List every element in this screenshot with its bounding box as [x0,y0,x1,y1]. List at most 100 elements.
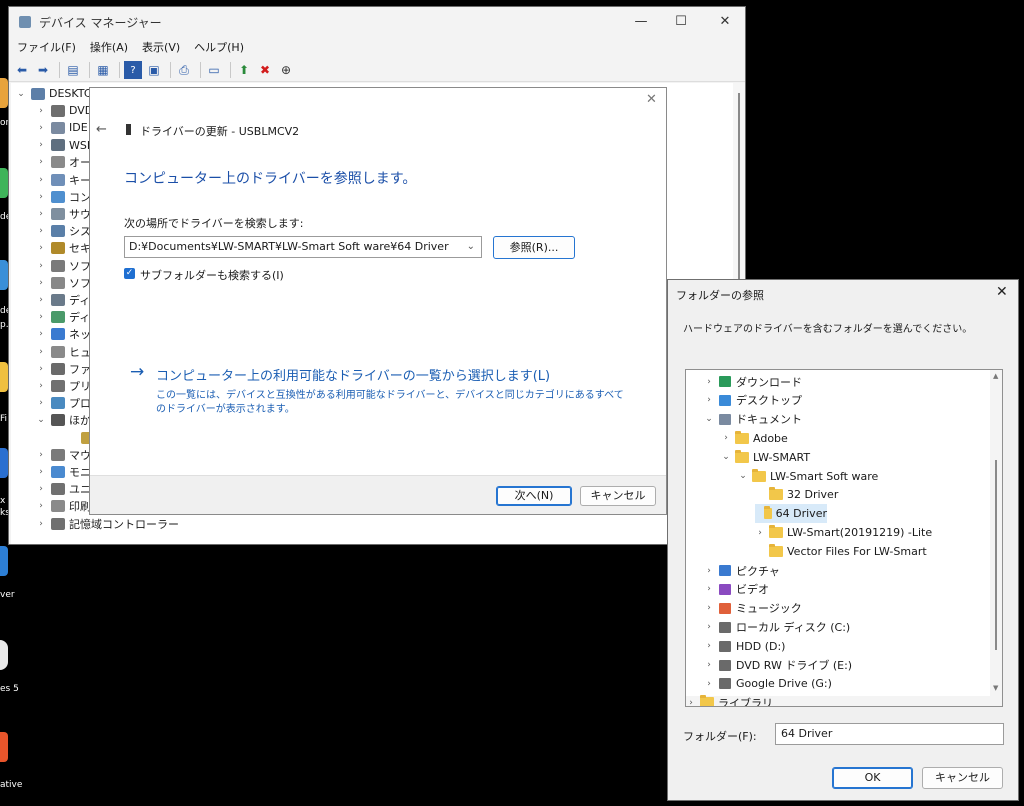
folder-tree-item[interactable]: ⌄ ドキュメント [704,410,802,429]
browse-dialog-close-button[interactable]: ✕ [996,284,1008,300]
pick-from-list-link[interactable]: コンピューター上の利用可能なドライバーの一覧から選択します(L) [156,365,550,384]
chevron-right-icon[interactable]: › [35,243,47,253]
print-icon[interactable]: ⎙ [175,61,193,79]
chevron-right-icon[interactable]: › [35,175,47,185]
chevron-right-icon[interactable]: › [704,660,714,670]
chevron-right-icon[interactable]: › [35,484,47,494]
tree-root-item[interactable]: ⌄ DESKTC [15,85,91,102]
desktop-app-icon[interactable] [0,168,8,198]
folder-tree-item[interactable]: › ビデオ [704,580,769,599]
help-icon[interactable]: ? [124,61,142,79]
chevron-right-icon[interactable]: › [35,381,47,391]
tree-item[interactable]: › 印刷 [35,498,91,515]
chevron-right-icon[interactable]: › [35,157,47,167]
tree-item[interactable]: › プリ [35,377,91,394]
tree-item[interactable]: › ソフ [35,274,91,291]
chevron-right-icon[interactable]: › [704,641,714,651]
chevron-right-icon[interactable]: › [35,347,47,357]
tree-item[interactable]: › ソフ [35,257,91,274]
menu-file[interactable]: ファイル(F) [17,39,76,55]
chevron-right-icon[interactable]: › [755,528,765,538]
tree-item[interactable]: › ヒュ [35,343,91,360]
chevron-right-icon[interactable]: › [35,278,47,288]
chevron-down-icon[interactable]: ⌄ [15,89,27,99]
chevron-right-icon[interactable]: › [704,566,714,576]
tree-item[interactable]: › モニ [35,463,91,480]
menu-action[interactable]: 操作(A) [90,39,128,55]
disable-device-icon[interactable]: ⊕ [277,61,295,79]
chevron-down-icon[interactable]: ⌄ [721,452,731,462]
folder-tree-item[interactable]: › DVD RW ドライブ (E:) [704,656,852,675]
back-arrow-icon[interactable]: ← [96,122,107,137]
tree-item[interactable]: › キー [35,171,91,188]
chevron-down-icon[interactable]: ⌄ [704,414,714,424]
tree-item[interactable]: › 記憶域コントローラー [35,515,179,532]
tree-item[interactable]: › ユニ [35,481,91,498]
scrollbar-thumb[interactable] [738,93,740,293]
chevron-right-icon[interactable]: › [35,519,47,529]
chevron-right-icon[interactable]: › [35,329,47,339]
tree-item[interactable]: › ネッ [35,326,91,343]
folder-tree-item[interactable]: ⌄ LW-SMART [721,448,810,467]
tree-item[interactable]: › オー [35,154,91,171]
include-subfolders-checkbox[interactable]: ✓ [124,268,135,279]
chevron-right-icon[interactable]: › [35,123,47,133]
browse-button[interactable]: 参照(R)... [493,236,575,259]
folder-tree-item[interactable]: › Google Drive (G:) [704,674,832,693]
scroll-up-arrow[interactable]: ▲ [993,372,998,380]
folder-tree-item[interactable]: 64 Driver [755,504,827,524]
uninstall-device-icon[interactable]: ✖ [256,61,274,79]
chevron-right-icon[interactable]: › [704,679,714,689]
chevron-right-icon[interactable]: › [704,395,714,405]
tree-item[interactable]: › DVD [35,102,93,119]
back-arrow-icon[interactable]: ⬅ [13,61,31,79]
desktop-app-icon[interactable] [0,732,8,762]
chevron-right-icon[interactable]: › [721,433,731,443]
chevron-right-icon[interactable]: › [35,364,47,374]
folder-tree-item[interactable]: Vector Files For LW-Smart [755,542,927,561]
chevron-right-icon[interactable]: › [704,603,714,613]
desktop-app-icon[interactable] [0,640,8,670]
tree-item[interactable]: › コン [35,188,91,205]
chevron-right-icon[interactable]: › [686,698,696,706]
desktop-app-icon[interactable] [0,260,8,290]
folder-tree-item[interactable]: › LW-Smart(20191219) -Lite [755,523,932,542]
folder-tree-item[interactable]: › ミュージック [704,599,802,618]
tree-item[interactable]: › シス [35,223,91,240]
tree-item[interactable]: › WSI [35,137,90,154]
chevron-right-icon[interactable]: › [35,140,47,150]
chevron-right-icon[interactable]: › [704,377,714,387]
vertical-scrollbar[interactable]: ▲ ▼ [990,370,1002,706]
chevron-right-icon[interactable]: › [704,584,714,594]
scrollbar-thumb[interactable] [995,460,997,650]
folder-input[interactable]: 64 Driver [775,723,1004,745]
ok-button[interactable]: OK [832,767,913,789]
maximize-button[interactable]: ☐ [661,11,701,33]
tree-item[interactable]: › セキ [35,240,91,257]
scan-hardware-icon[interactable]: ▭ [205,61,223,79]
menu-view[interactable]: 表示(V) [142,39,180,55]
chevron-right-icon[interactable]: › [35,398,47,408]
chevron-down-icon[interactable]: ⌄ [35,415,47,425]
properties-icon[interactable]: ▦ [94,61,112,79]
close-button[interactable]: ✕ [705,11,745,33]
desktop-app-icon[interactable] [0,362,8,392]
scroll-down-arrow[interactable]: ▼ [993,684,998,692]
tree-item[interactable]: › IDE [35,119,87,136]
tree-item[interactable]: ⌄ ほか [35,412,91,429]
tree-item[interactable]: › ディ [35,291,90,308]
arrow-right-icon[interactable]: → [130,362,144,382]
driver-path-combobox[interactable]: D:¥Documents¥LW-SMART¥LW-Smart Soft ware… [124,236,482,258]
desktop-app-icon[interactable] [0,448,8,478]
tree-item[interactable]: › プロ [35,395,91,412]
chevron-right-icon[interactable]: › [35,209,47,219]
chevron-right-icon[interactable]: › [35,261,47,271]
menu-help[interactable]: ヘルプ(H) [194,39,244,55]
chevron-right-icon[interactable]: › [35,192,47,202]
include-subfolders-label[interactable]: サブフォルダーも検索する(I) [140,267,284,283]
update-driver-icon[interactable]: ⬆ [235,61,253,79]
folder-tree-item[interactable]: › デスクトップ [704,391,802,410]
folder-tree-item[interactable]: › HDD (D:) [704,637,785,656]
chevron-right-icon[interactable]: › [35,450,47,460]
tree-item[interactable]: › サウ [35,205,91,222]
